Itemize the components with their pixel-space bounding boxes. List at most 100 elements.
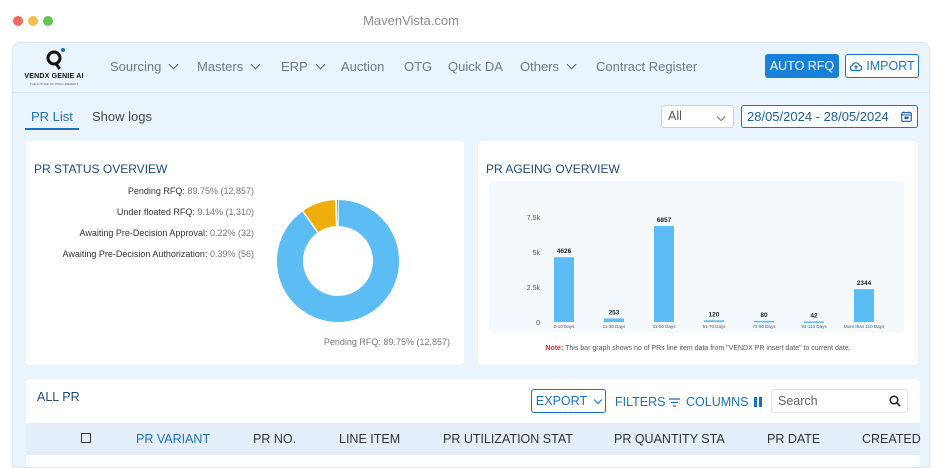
browser-window: MavenVista.com VENDX GENIE AI THE FUTURE… (0, 0, 942, 468)
bar-value-label: 2344 (857, 280, 872, 287)
calendar-icon (901, 111, 912, 122)
nav-otg[interactable]: OTG (404, 59, 432, 74)
donut-slice-under-floated-rfq[interactable] (302, 200, 338, 233)
date-range-value: 28/05/2024 - 28/05/2024 (747, 109, 889, 124)
all-pr-card: ALL PR EXPORT FILTERS COLUMNS Search PR … (26, 379, 921, 467)
column-header-created[interactable]: CREATED (862, 432, 921, 446)
chevron-down-icon (716, 112, 726, 122)
bar-11-30-days[interactable] (604, 318, 624, 322)
nav-others[interactable]: Others (520, 59, 577, 74)
all-pr-title: ALL PR (37, 390, 80, 404)
status-filter-value: All (668, 109, 682, 123)
chevron-down-icon (250, 59, 261, 70)
pr-ageing-overview-card: PR AGEING OVERVIEW 0 2.5k 5k 7.5k 4626 0-10 D… (478, 141, 918, 365)
select-all-checkbox[interactable] (81, 433, 91, 443)
bar-value-label: 4626 (557, 248, 572, 255)
tab-show-logs[interactable]: Show logs (92, 109, 152, 124)
export-button[interactable]: EXPORT (531, 389, 606, 413)
chevron-down-icon (315, 59, 326, 70)
nav-label: Quick DA (448, 59, 503, 74)
legend-label-name: Under floated RFQ: (116, 207, 195, 217)
pr-status-overview-title: PR STATUS OVERVIEW (34, 162, 168, 176)
donut-slice-separator (335, 200, 338, 227)
legend-label-pending-rfq: Pending RFQ: 89.75% (12,857) (128, 186, 254, 196)
bottom-label-name: Pending RFQ: (323, 337, 381, 347)
chevron-down-icon (593, 395, 603, 404)
filters-button[interactable]: FILTERS (615, 395, 681, 409)
y-tick-label: 0 (536, 320, 540, 327)
bar-51-70-days[interactable] (704, 320, 724, 322)
column-header-pr-quantity-sta[interactable]: PR QUANTITY STA (614, 432, 725, 446)
bottom-label-value: 89.75% (12,857) (383, 337, 450, 347)
filters-label: FILTERS (615, 395, 666, 409)
x-tick-label: 11-30 Days (603, 324, 626, 329)
column-header-line-item[interactable]: LINE ITEM (339, 432, 400, 446)
nav-contract-register[interactable]: Contract Register (596, 59, 697, 74)
x-tick-label: 71-90 Days (752, 324, 776, 329)
column-header-pr-no[interactable]: PR NO. (253, 432, 296, 446)
ageing-chart-note: Note: This bar graph shows no of PRs lin… (478, 345, 918, 352)
column-header-pr-date[interactable]: PR DATE (767, 432, 820, 446)
brand-logo[interactable]: VENDX GENIE AI THE FUTURE OF PROCUREMENT (23, 47, 85, 89)
date-range-picker[interactable]: 28/05/2024 - 28/05/2024 (741, 105, 918, 128)
auto-rfq-button[interactable]: AUTO RFQ (765, 54, 839, 78)
tab-pr-list[interactable]: PR List (25, 109, 79, 130)
bar-value-label: 253 (609, 309, 620, 316)
import-button[interactable]: IMPORT (845, 54, 919, 78)
url-label: MavenVista.com (363, 13, 459, 28)
pr-status-overview-card: PR STATUS OVERVIEW Pending RFQ: 89.75% (… (26, 141, 464, 365)
nav-sourcing[interactable]: Sourcing (110, 59, 179, 74)
nav-label: Masters (197, 59, 244, 74)
bar-more-than-110-days[interactable] (854, 289, 874, 322)
search-placeholder: Search (778, 394, 818, 408)
title-bar: MavenVista.com (0, 0, 942, 42)
brand-tagline: THE FUTURE OF PROCUREMENT (29, 82, 79, 86)
note-text: This bar graph shows no of PRs line item… (565, 345, 851, 352)
bar-31-50-days[interactable] (654, 226, 674, 322)
x-tick-label: More than 110 Days (844, 324, 885, 329)
nav-quick-da[interactable]: Quick DA (448, 59, 503, 74)
nav-label: Others (520, 59, 560, 74)
bar-0-10-days[interactable] (554, 257, 574, 322)
donut-bottom-label: Pending RFQ: 89.75% (12,857) (324, 337, 450, 347)
bar-91-110-days[interactable] (804, 321, 824, 323)
pr-ageing-bar-chart: 0 2.5k 5k 7.5k 4626 0-10 Days 253 11-30 Days 685… (527, 215, 885, 329)
x-tick-label: 51-70 Days (702, 324, 726, 329)
y-tick-label: 7.5k (527, 215, 541, 222)
nav-auction[interactable]: Auction (341, 59, 384, 74)
nav-label: Contract Register (596, 59, 698, 74)
pr-status-donut-chart (277, 199, 399, 322)
top-navbar: VENDX GENIE AI THE FUTURE OF PROCUREMENT… (13, 43, 929, 93)
nav-label: OTG (404, 59, 433, 74)
legend-label-awaiting-approval: Awaiting Pre-Decision Approval: 0.22% (3… (80, 228, 254, 238)
search-input[interactable]: Search (771, 389, 908, 413)
column-header-pr-variant[interactable]: PR VARIANT (136, 432, 210, 446)
pr-ageing-overview-title: PR AGEING OVERVIEW (486, 162, 620, 176)
status-filter-select[interactable]: All (661, 105, 734, 128)
legend-label-name: Awaiting Pre-Decision Approval: (79, 228, 208, 238)
bar-71-90-days[interactable] (754, 320, 774, 323)
nav-label: ERP (281, 59, 308, 74)
legend-label-awaiting-authorization: Awaiting Pre-Decision Authorization: 0.3… (63, 249, 254, 259)
columns-label: COLUMNS (686, 395, 749, 409)
nav-masters[interactable]: Masters (197, 59, 261, 74)
app-container: VENDX GENIE AI THE FUTURE OF PROCUREMENT… (12, 42, 930, 468)
bar-value-label: 6857 (657, 217, 672, 224)
columns-button[interactable]: COLUMNS (686, 395, 762, 409)
nav-erp[interactable]: ERP (281, 59, 326, 74)
columns-icon (753, 397, 762, 407)
bar-value-label: 80 (760, 312, 768, 319)
legend-label-value: 0.22% (32) (209, 228, 254, 238)
x-tick-label: 91-110 Days (801, 324, 827, 329)
donut-slice-pending-rfq[interactable] (277, 200, 399, 322)
chevron-down-icon (168, 59, 179, 70)
legend-label-value: 9.14% (1,310) (197, 207, 254, 217)
bar-value-label: 42 (810, 312, 818, 319)
brand-name: VENDX GENIE AI (24, 73, 84, 80)
legend-label-name: Awaiting Pre-Decision Authorization: (62, 249, 208, 259)
export-label: EXPORT (535, 394, 588, 408)
search-icon (889, 395, 901, 407)
column-header-pr-utilization-stat[interactable]: PR UTILIZATION STAT (443, 432, 573, 446)
legend-label-value: 0.39% (56) (209, 249, 254, 259)
filter-lines-icon (669, 397, 681, 407)
